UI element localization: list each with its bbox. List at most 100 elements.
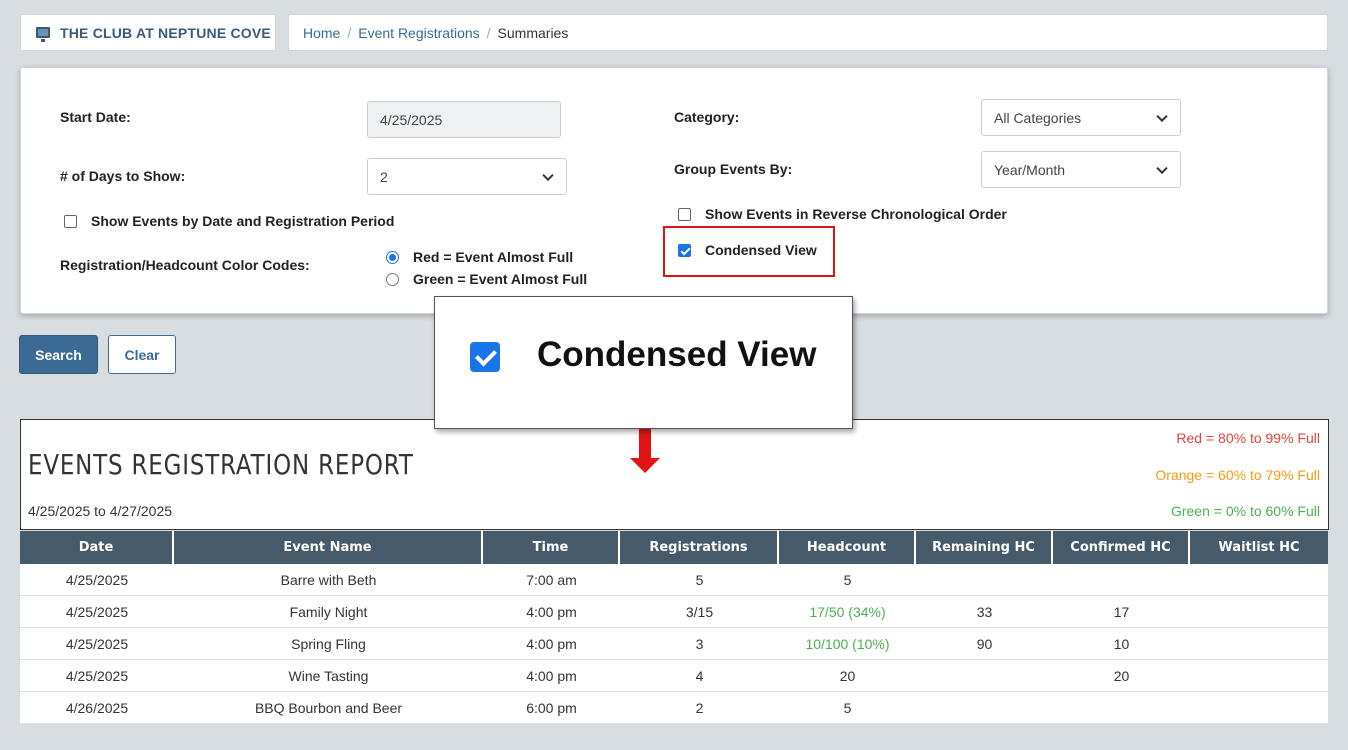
radio-red[interactable]	[386, 251, 399, 264]
table-header-row: Date Event Name Time Registrations Headc…	[20, 531, 1328, 564]
cell-confirmed-hc: 10	[1053, 628, 1190, 660]
days-to-show-label: # of Days to Show:	[60, 168, 186, 184]
category-value: All Categories	[994, 109, 1082, 126]
cell-confirmed-hc	[1053, 692, 1190, 724]
column-header-remaining-hc[interactable]: Remaining HC	[916, 531, 1053, 564]
reverse-order-checkbox[interactable]	[678, 208, 691, 221]
cell-waitlist-hc	[1190, 628, 1328, 660]
cell-date: 4/25/2025	[20, 596, 174, 628]
cell-waitlist-hc	[1190, 564, 1328, 596]
column-header-headcount[interactable]: Headcount	[779, 531, 916, 564]
breadcrumb: Home / Event Registrations / Summaries	[288, 14, 1328, 51]
cell-time: 7:00 am	[483, 564, 620, 596]
start-date-input[interactable]: 4/25/2025	[367, 101, 561, 138]
cell-headcount: 10/100 (10%)	[779, 628, 916, 660]
breadcrumb-separator: /	[347, 24, 352, 41]
radio-red-label: Red = Event Almost Full	[413, 249, 574, 265]
reverse-order-label: Show Events in Reverse Chronological Ord…	[705, 206, 1007, 222]
cell-registrations: 4	[620, 660, 779, 692]
column-header-confirmed-hc[interactable]: Confirmed HC	[1053, 531, 1190, 564]
cell-remaining-hc	[916, 660, 1053, 692]
days-to-show-select[interactable]: 2	[367, 158, 567, 195]
cell-event-name: Family Night	[174, 596, 483, 628]
cell-time: 4:00 pm	[483, 596, 620, 628]
cell-confirmed-hc: 17	[1053, 596, 1190, 628]
cell-confirmed-hc	[1053, 564, 1190, 596]
cell-waitlist-hc	[1190, 596, 1328, 628]
zoom-label: Condensed View	[537, 335, 817, 374]
cell-date: 4/26/2025	[20, 692, 174, 724]
legend-orange: Orange = 60% to 79% Full	[1155, 467, 1320, 483]
start-date-value: 4/25/2025	[380, 111, 443, 128]
cell-headcount: 5	[779, 692, 916, 724]
cell-time: 4:00 pm	[483, 660, 620, 692]
column-header-date[interactable]: Date	[20, 531, 174, 564]
show-by-date-checkbox[interactable]	[64, 215, 77, 228]
cell-event-name: Barre with Beth	[174, 564, 483, 596]
cell-headcount: 17/50 (34%)	[779, 596, 916, 628]
zoom-callout: Condensed View	[434, 296, 853, 429]
start-date-label: Start Date:	[60, 109, 131, 125]
condensed-view-checkbox[interactable]	[678, 244, 691, 257]
radio-green-label: Green = Event Almost Full	[413, 271, 588, 287]
chevron-down-icon	[1156, 162, 1168, 174]
breadcrumb-separator: /	[486, 24, 491, 41]
breadcrumb-home[interactable]: Home	[303, 25, 340, 41]
show-by-date-label: Show Events by Date and Registration Per…	[91, 213, 395, 229]
cell-date: 4/25/2025	[20, 628, 174, 660]
clear-button[interactable]: Clear	[108, 335, 176, 374]
condensed-view-label: Condensed View	[705, 242, 817, 258]
checkbox-checked-icon	[470, 342, 500, 372]
report-date-range: 4/25/2025 to 4/27/2025	[28, 503, 173, 519]
cell-registrations: 5	[620, 564, 779, 596]
column-header-time[interactable]: Time	[483, 531, 620, 564]
report-title: EVENTS REGISTRATION REPORT	[28, 448, 414, 481]
cell-event-name: Wine Tasting	[174, 660, 483, 692]
cell-remaining-hc: 33	[916, 596, 1053, 628]
group-events-value: Year/Month	[994, 161, 1066, 178]
cell-remaining-hc	[916, 564, 1053, 596]
cell-date: 4/25/2025	[20, 660, 174, 692]
radio-green[interactable]	[386, 273, 399, 286]
search-button[interactable]: Search	[19, 335, 98, 374]
breadcrumb-event-registrations[interactable]: Event Registrations	[358, 25, 479, 41]
cell-waitlist-hc	[1190, 660, 1328, 692]
cell-event-name: BBQ Bourbon and Beer	[174, 692, 483, 724]
table-row[interactable]: 4/25/2025 Barre with Beth 7:00 am 5 5	[20, 564, 1328, 596]
column-header-waitlist-hc[interactable]: Waitlist HC	[1190, 531, 1328, 564]
color-codes-label: Registration/Headcount Color Codes:	[60, 257, 310, 273]
table-row[interactable]: 4/25/2025 Spring Fling 4:00 pm 3 10/100 …	[20, 628, 1328, 660]
chevron-down-icon	[1156, 110, 1168, 122]
cell-remaining-hc: 90	[916, 628, 1053, 660]
days-to-show-value: 2	[380, 168, 388, 185]
column-header-event-name[interactable]: Event Name	[174, 531, 483, 564]
cell-registrations: 3	[620, 628, 779, 660]
cell-headcount: 20	[779, 660, 916, 692]
group-events-select[interactable]: Year/Month	[981, 151, 1181, 188]
cell-waitlist-hc	[1190, 692, 1328, 724]
club-name: THE CLUB AT NEPTUNE COVE	[60, 24, 271, 41]
monitor-icon	[36, 27, 50, 42]
cell-date: 4/25/2025	[20, 564, 174, 596]
chevron-down-icon	[542, 169, 554, 181]
table-row[interactable]: 4/26/2025 BBQ Bourbon and Beer 6:00 pm 2…	[20, 692, 1328, 724]
cell-time: 4:00 pm	[483, 628, 620, 660]
club-name-box[interactable]: THE CLUB AT NEPTUNE COVE	[20, 14, 276, 51]
group-events-label: Group Events By:	[674, 161, 793, 177]
cell-time: 6:00 pm	[483, 692, 620, 724]
cell-registrations: 3/15	[620, 596, 779, 628]
table-row[interactable]: 4/25/2025 Wine Tasting 4:00 pm 4 20 20	[20, 660, 1328, 692]
report-header: EVENTS REGISTRATION REPORT 4/25/2025 to …	[20, 419, 1329, 530]
legend-green: Green = 0% to 60% Full	[1170, 503, 1320, 519]
breadcrumb-current: Summaries	[497, 24, 569, 41]
cell-remaining-hc	[916, 692, 1053, 724]
legend-red: Red = 80% to 99% Full	[1176, 430, 1320, 446]
cell-event-name: Spring Fling	[174, 628, 483, 660]
category-select[interactable]: All Categories	[981, 99, 1181, 136]
cell-headcount: 5	[779, 564, 916, 596]
events-table: Date Event Name Time Registrations Headc…	[20, 531, 1328, 724]
column-header-registrations[interactable]: Registrations	[620, 531, 779, 564]
table-row[interactable]: 4/25/2025 Family Night 4:00 pm 3/15 17/5…	[20, 596, 1328, 628]
category-label: Category:	[674, 109, 740, 125]
arrow-head-icon	[630, 458, 660, 473]
